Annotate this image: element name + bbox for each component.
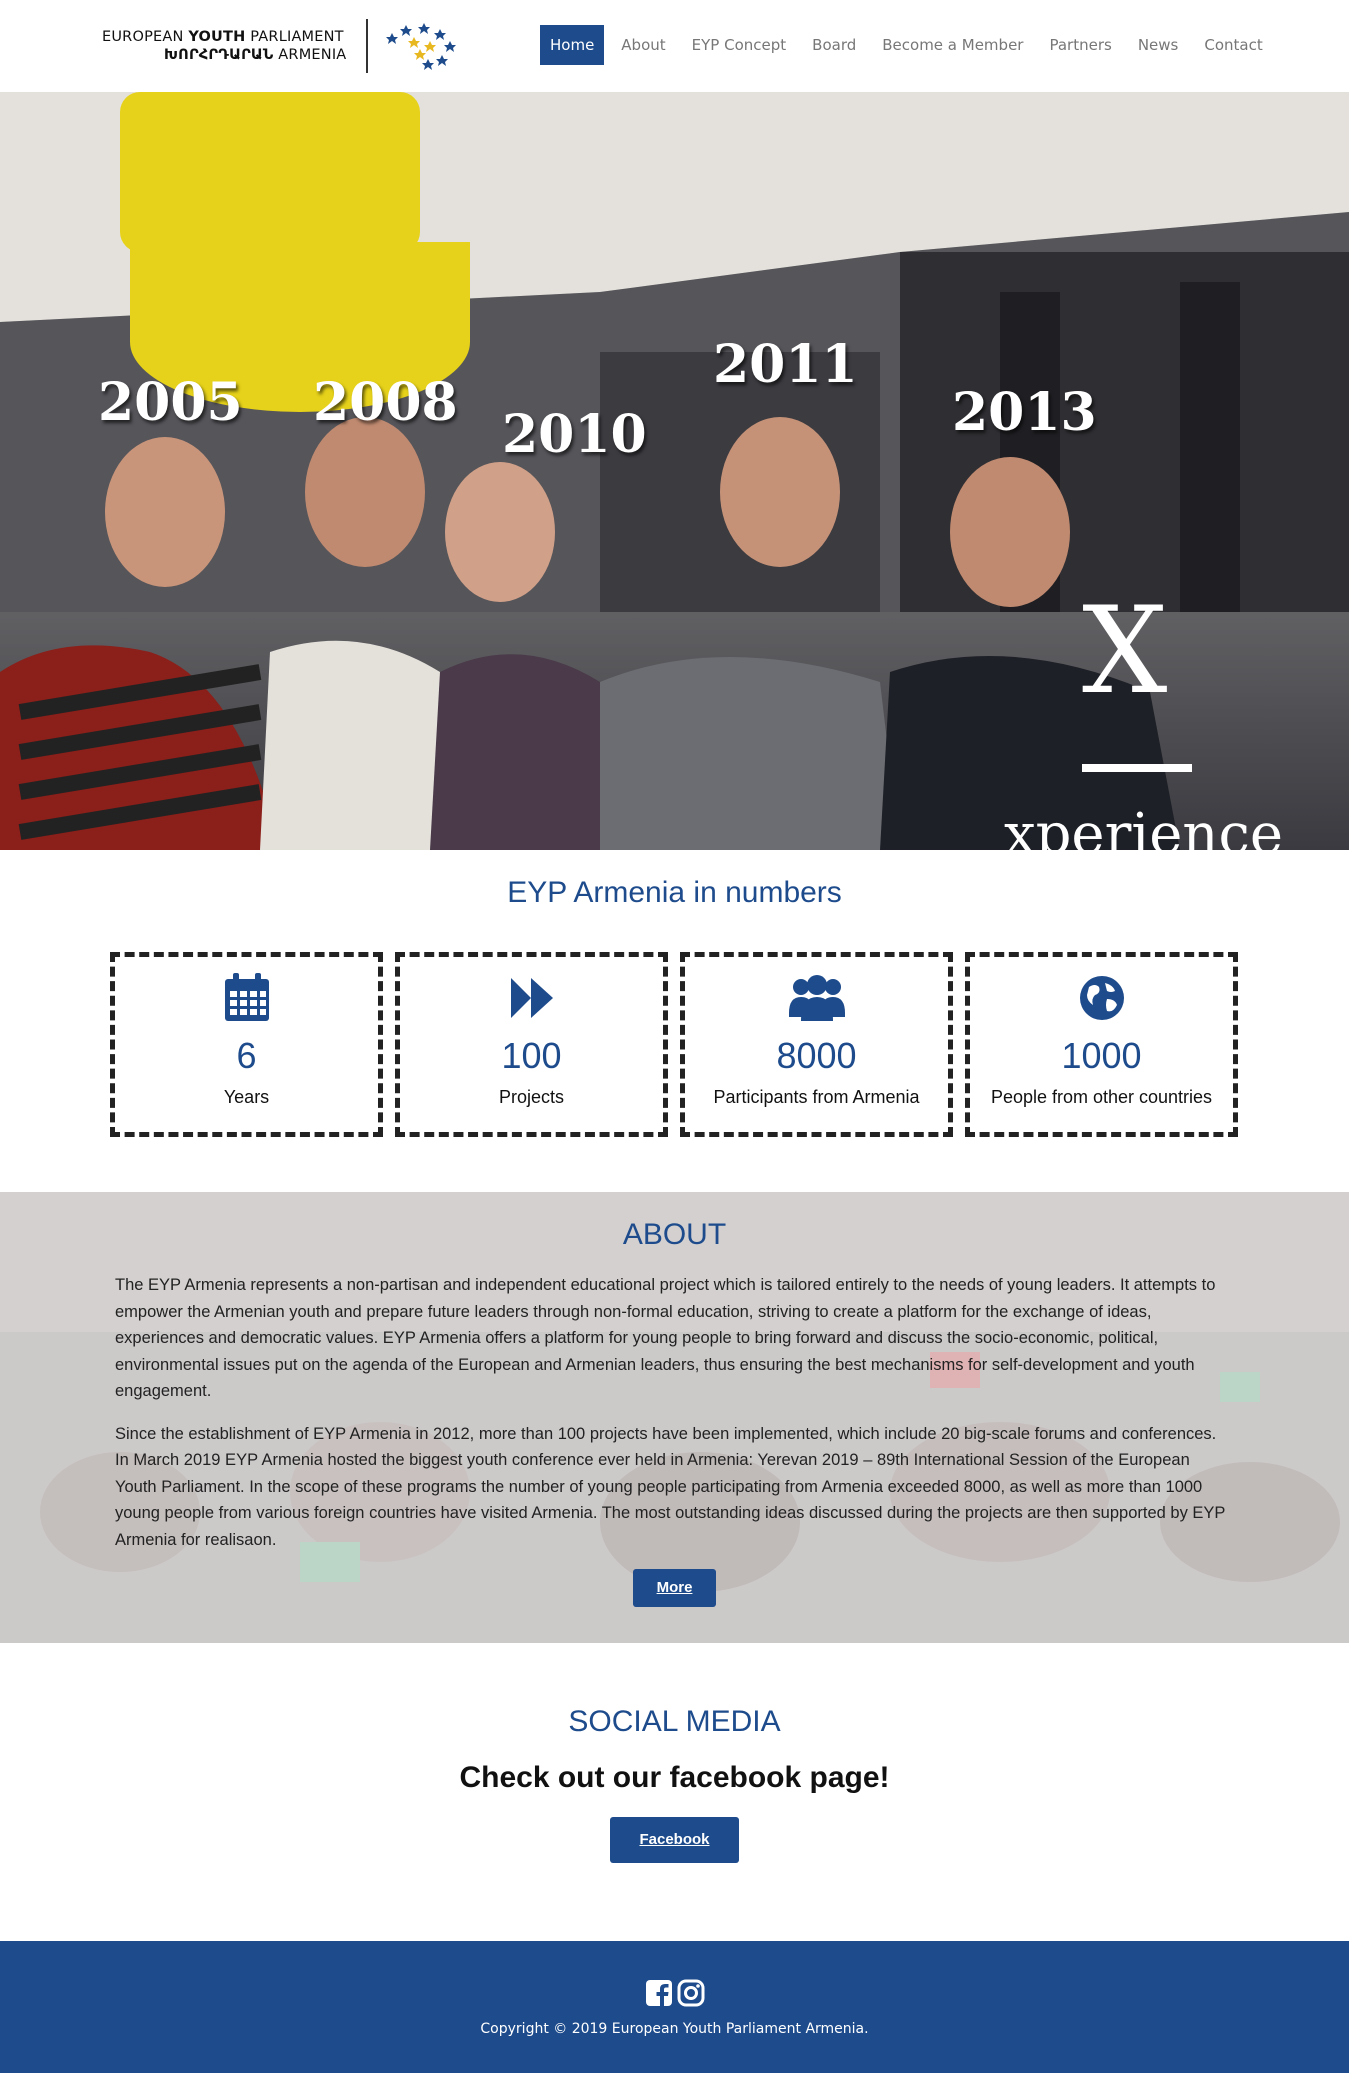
globe-icon [1079,976,1124,1020]
stat-value: 8000 [776,1035,857,1076]
stat-label: People from other countries [990,1087,1213,1107]
hero-year-2008: 2008 [313,372,458,433]
about-title: ABOUT [622,1218,727,1251]
logo-divider [366,19,369,73]
facebook-icon[interactable] [645,1979,673,2007]
stat-projects: 100 Projects [395,952,668,1137]
nav-about[interactable]: About [612,25,674,65]
logo-text-parliament: PARLIAMENT [245,29,344,45]
stats-row: 6 Years 100 Projects 8000 Participants f… [110,952,1238,1137]
logo-line-2: ԽՈՐՀՐԴԱՐԱՆ ARMENIA [102,46,346,64]
logo-text-youth: YOUTH [188,29,246,45]
numbers-title: EYP Armenia in numbers [507,876,842,909]
nav-board[interactable]: Board [803,25,865,65]
eyp-armenia-logo[interactable]: EUROPEAN YOUTH PARLIAMENT ԽՈՐՀՐԴԱՐԱՆ ARM… [102,18,464,74]
calendar-icon [224,973,269,1021]
hero-background-image [0,92,1349,612]
social-heading: Check out our facebook page! [459,1761,890,1794]
hero-year-2011: 2011 [713,334,858,395]
nav-partners[interactable]: Partners [1040,25,1120,65]
logo-text-european: EUROPEAN [102,29,189,45]
nav-become-a-member[interactable]: Become a Member [873,25,1032,65]
logo-text-armenian: ԽՈՐՀՐԴԱՐԱՆ [164,47,274,63]
copyright-text: Copyright © 2019 European Youth Parliame… [480,2021,869,2037]
stat-label: Years [223,1087,270,1107]
stat-years: 6 Years [110,952,383,1137]
footer-social-icons [0,1979,1349,2007]
social-media-section: SOCIAL MEDIA Check out our facebook page… [0,1643,1349,1941]
fast-forward-icon [510,978,553,1018]
hero-year-2010: 2010 [502,404,647,465]
nav-contact[interactable]: Contact [1195,25,1271,65]
hero-x-underline [1082,764,1192,772]
eu-stars-logo-icon [386,23,457,70]
nav-news[interactable]: News [1129,25,1188,65]
hero-banner: 2005 2008 2010 2011 2013 X xperience [0,92,1349,850]
stat-value: 1000 [1061,1035,1142,1076]
logo-line-1: EUROPEAN YOUTH PARLIAMENT [102,28,346,46]
stat-value: 100 [501,1035,562,1076]
logo-text-armenia: ARMENIA [273,47,347,63]
hero-year-2013: 2013 [952,382,1097,443]
users-icon [788,975,845,1021]
about-paragraph-1: The EYP Armenia represents a non-partisa… [115,1276,1216,1400]
about-paragraph-2: Since the establishment of EYP Armenia i… [115,1424,1226,1549]
numbers-section: EYP Armenia in numbers 6 Years 100 Proje… [0,850,1349,1192]
stat-label: Participants from Armenia [713,1087,920,1107]
instagram-icon[interactable] [677,1979,705,2007]
nav-home[interactable]: Home [540,25,605,65]
main-nav: Home About EYP Concept Board Become a Me… [540,25,1280,65]
more-button[interactable]: More [633,1569,716,1607]
stat-participants: 8000 Participants from Armenia [680,952,953,1137]
social-title: SOCIAL MEDIA [568,1705,781,1738]
site-footer: Copyright © 2019 European Youth Parliame… [0,1941,1349,2073]
about-section: ABOUT The EYP Armenia represents a non-p… [0,1192,1349,1643]
stat-value: 6 [236,1035,257,1076]
about-content: ABOUT The EYP Armenia represents a non-p… [0,1192,1349,1607]
hero-tagline: xperience [1004,802,1283,850]
stat-foreign-people: 1000 People from other countries [965,952,1238,1137]
hero-year-2005: 2005 [98,372,243,433]
hero-x-letter: X [1082,582,1168,721]
stat-label: Projects [498,1087,565,1107]
facebook-button[interactable]: Facebook [610,1817,739,1863]
site-header: EUROPEAN YOUTH PARLIAMENT ԽՈՐՀՐԴԱՐԱՆ ARM… [0,0,1349,92]
nav-eyp-concept[interactable]: EYP Concept [683,25,796,65]
